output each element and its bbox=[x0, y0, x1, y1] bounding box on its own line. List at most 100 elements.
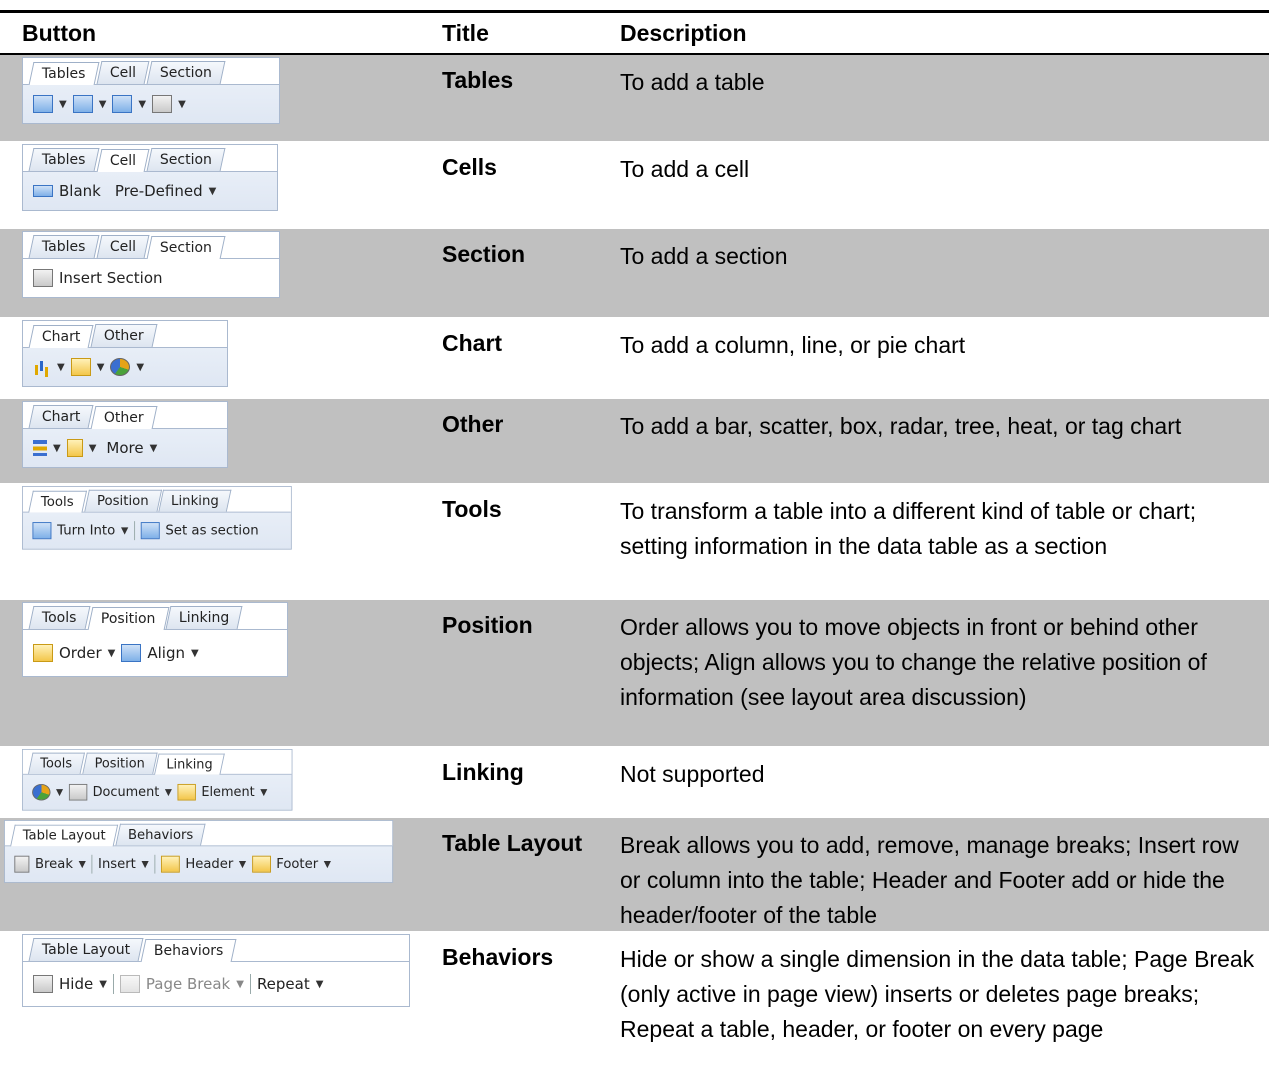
footer-button[interactable]: Footer bbox=[276, 857, 318, 872]
chevron-down-icon[interactable]: ▼ bbox=[316, 979, 324, 990]
tab-section[interactable]: Section bbox=[146, 61, 226, 84]
chevron-down-icon[interactable]: ▼ bbox=[57, 362, 65, 373]
column-chart-icon[interactable] bbox=[33, 359, 51, 375]
chevron-down-icon[interactable]: ▼ bbox=[150, 443, 158, 454]
table-row: Tables Cell Section Insert Section Secti… bbox=[0, 229, 1269, 318]
tab-other[interactable]: Other bbox=[91, 406, 158, 429]
break-button[interactable]: Break bbox=[35, 857, 73, 872]
page-break-icon bbox=[119, 975, 140, 993]
footer-icon bbox=[251, 855, 271, 873]
tab-cell[interactable]: Cell bbox=[96, 149, 150, 172]
form-icon[interactable] bbox=[152, 95, 173, 113]
scatter-chart-icon[interactable] bbox=[66, 439, 83, 457]
chevron-down-icon[interactable]: ▼ bbox=[89, 443, 97, 454]
tab-cell[interactable]: Cell bbox=[96, 235, 150, 258]
tab-tables[interactable]: Tables bbox=[28, 62, 99, 85]
chevron-down-icon[interactable]: ▼ bbox=[239, 859, 246, 869]
tab-other[interactable]: Other bbox=[91, 324, 158, 347]
chevron-down-icon[interactable]: ▼ bbox=[138, 99, 146, 110]
hide-button[interactable]: Hide bbox=[59, 975, 93, 993]
tab-position[interactable]: Position bbox=[87, 607, 169, 630]
chevron-down-icon[interactable]: ▼ bbox=[99, 979, 107, 990]
tab-chart[interactable]: Chart bbox=[28, 325, 94, 348]
tab-chart[interactable]: Chart bbox=[28, 405, 94, 428]
set-as-section-icon bbox=[140, 522, 160, 540]
chevron-down-icon[interactable]: ▼ bbox=[260, 787, 267, 797]
chevron-down-icon[interactable]: ▼ bbox=[59, 99, 67, 110]
insert-section-button[interactable]: Insert Section bbox=[59, 269, 163, 287]
crosstab-icon[interactable] bbox=[112, 95, 133, 113]
document-button[interactable]: Document bbox=[93, 785, 160, 800]
turn-into-button[interactable]: Turn Into bbox=[57, 523, 115, 538]
grid-icon[interactable] bbox=[72, 95, 93, 113]
element-button[interactable]: Element bbox=[201, 785, 254, 800]
pie-chart-icon[interactable] bbox=[110, 358, 131, 376]
row-description: To add a section bbox=[620, 243, 788, 269]
row-title: Cells bbox=[442, 154, 497, 180]
table-row: Tables Cell Section Blank Pre-Defined ▼ C… bbox=[0, 142, 1269, 229]
table-row: Tables Cell Section ▼ ▼ ▼ ▼ Tables To ad… bbox=[0, 55, 1269, 142]
insert-button[interactable]: Insert bbox=[98, 857, 136, 872]
page-break-button[interactable]: Page Break bbox=[146, 975, 230, 993]
tab-position[interactable]: Position bbox=[83, 489, 162, 512]
chevron-down-icon[interactable]: ▼ bbox=[56, 787, 63, 797]
order-button[interactable]: Order bbox=[59, 644, 102, 662]
chevron-down-icon[interactable]: ▼ bbox=[136, 362, 144, 373]
chevron-down-icon[interactable]: ▼ bbox=[97, 362, 105, 373]
chevron-down-icon[interactable]: ▼ bbox=[121, 525, 128, 535]
repeat-button[interactable]: Repeat bbox=[257, 975, 310, 993]
table-row: Table Layout Behaviors Hide ▼ Page Break ▼… bbox=[0, 932, 1269, 1081]
tab-position[interactable]: Position bbox=[81, 752, 157, 774]
chevron-down-icon[interactable]: ▼ bbox=[53, 443, 61, 454]
chevron-down-icon[interactable]: ▼ bbox=[191, 648, 199, 659]
blank-button[interactable]: Blank bbox=[59, 182, 101, 200]
chevron-down-icon[interactable]: ▼ bbox=[108, 648, 116, 659]
table-icon[interactable] bbox=[33, 95, 53, 113]
tab-section[interactable]: Section bbox=[146, 236, 226, 259]
row-description: To add a column, line, or pie chart bbox=[620, 332, 966, 358]
pre-defined-button[interactable]: Pre-Defined bbox=[115, 182, 203, 200]
table-header: Button Title Description bbox=[0, 13, 1269, 55]
tab-linking[interactable]: Linking bbox=[154, 753, 226, 775]
chevron-down-icon[interactable]: ▼ bbox=[79, 859, 86, 869]
tab-tables[interactable]: Tables bbox=[28, 148, 99, 171]
chevron-down-icon[interactable]: ▼ bbox=[165, 787, 172, 797]
element-link-icon bbox=[177, 783, 196, 801]
tab-table-layout[interactable]: Table Layout bbox=[10, 824, 119, 847]
chevron-down-icon[interactable]: ▼ bbox=[141, 859, 148, 869]
bar-chart-icon[interactable] bbox=[33, 440, 47, 456]
chart-ribbon: Chart Other ▼ ▼ ▼ bbox=[22, 320, 228, 387]
header-description: Description bbox=[620, 19, 747, 46]
tab-behaviors[interactable]: Behaviors bbox=[140, 939, 238, 962]
tab-tools[interactable]: Tools bbox=[28, 606, 90, 629]
tab-linking[interactable]: Linking bbox=[165, 606, 243, 629]
globe-icon[interactable] bbox=[32, 783, 51, 801]
cell-ribbon: Tables Cell Section Blank Pre-Defined ▼ bbox=[22, 144, 278, 211]
tab-section[interactable]: Section bbox=[146, 148, 226, 171]
tab-table-layout[interactable]: Table Layout bbox=[28, 938, 144, 961]
chevron-down-icon[interactable]: ▼ bbox=[178, 99, 186, 110]
chevron-down-icon[interactable]: ▼ bbox=[324, 859, 331, 869]
row-title: Other bbox=[442, 411, 504, 437]
chevron-down-icon[interactable]: ▼ bbox=[209, 186, 217, 197]
chevron-down-icon[interactable]: ▼ bbox=[236, 979, 244, 990]
set-as-section-button[interactable]: Set as section bbox=[165, 523, 258, 538]
tab-behaviors[interactable]: Behaviors bbox=[115, 823, 207, 846]
line-chart-icon[interactable] bbox=[70, 358, 91, 376]
header-button[interactable]: Header bbox=[185, 857, 233, 872]
more-button[interactable]: More bbox=[106, 439, 143, 457]
break-icon bbox=[14, 855, 30, 873]
tab-linking[interactable]: Linking bbox=[158, 489, 232, 512]
tab-tools[interactable]: Tools bbox=[28, 490, 87, 513]
other-ribbon: Chart Other ▼ ▼ More ▼ bbox=[22, 401, 228, 468]
row-title: Position bbox=[442, 612, 533, 638]
linking-ribbon: Tools Position Linking ▼ Document ▼ Eleme… bbox=[22, 749, 293, 811]
tab-cell[interactable]: Cell bbox=[96, 61, 150, 84]
table-row: Table Layout Behaviors Break ▼ Insert ▼ He… bbox=[0, 818, 1269, 932]
chevron-down-icon[interactable]: ▼ bbox=[99, 99, 107, 110]
tab-tables[interactable]: Tables bbox=[28, 235, 99, 258]
tab-tools[interactable]: Tools bbox=[28, 752, 85, 774]
header-button: Button bbox=[22, 19, 97, 46]
align-button[interactable]: Align bbox=[147, 644, 185, 662]
row-title: Chart bbox=[442, 330, 503, 356]
